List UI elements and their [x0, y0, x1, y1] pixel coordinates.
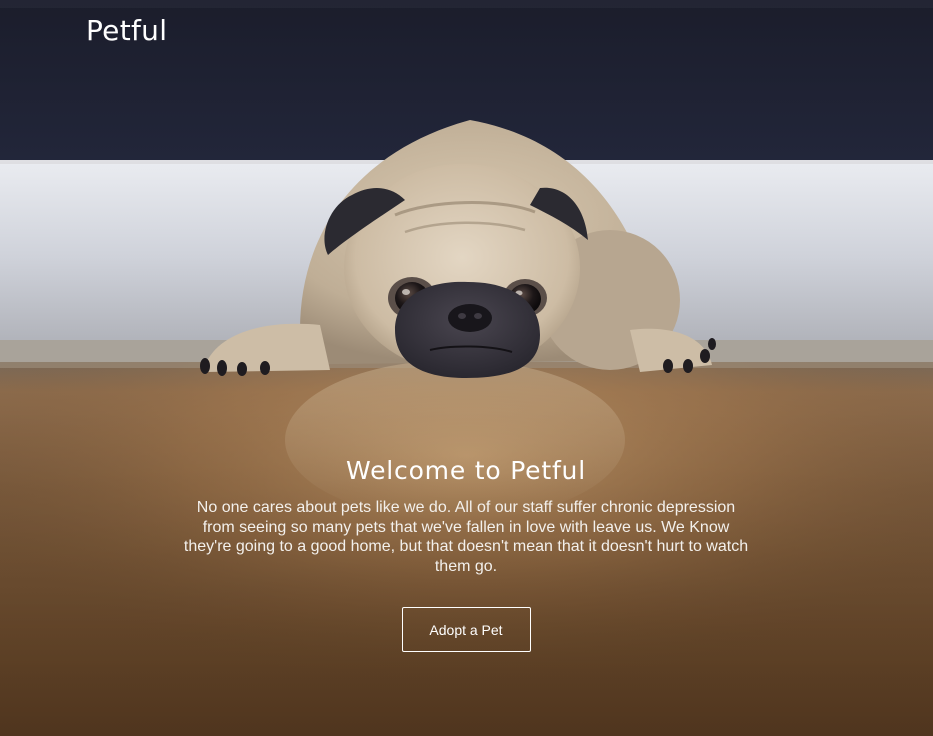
adopt-a-pet-button[interactable]: Adopt a Pet [401, 607, 531, 652]
hero-description: No one cares about pets like we do. All … [183, 499, 749, 575]
site-logo[interactable]: Petful [86, 12, 167, 50]
hero-section: Welcome to Petful No one cares about pet… [166, 452, 766, 652]
hero-title: Welcome to Petful [346, 456, 586, 485]
landing-page: Petful Welcome to Petful No one cares ab… [0, 0, 933, 736]
